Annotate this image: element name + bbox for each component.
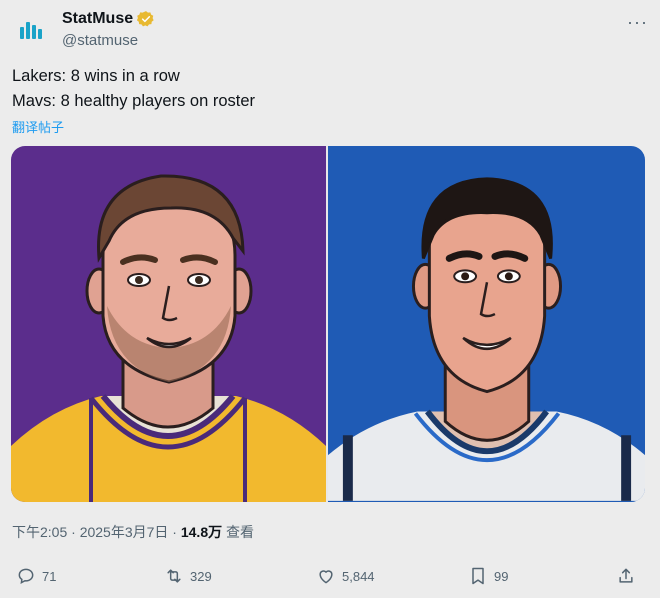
- action-bar: 71 329 5,844 99: [12, 566, 642, 590]
- tweet-meta: 下午2:05 · 2025年3月7日 · 14.8万 查看: [12, 522, 254, 542]
- views-label: 查看: [222, 524, 254, 540]
- verified-badge-icon: [137, 11, 154, 27]
- like-button[interactable]: 5,844: [316, 566, 375, 586]
- tweet-line-2: Mavs: 8 healthy players on roster: [12, 92, 256, 110]
- tweet-text: Lakers: 8 wins in a row Mavs: 8 healthy …: [12, 64, 255, 114]
- translate-post-link[interactable]: 翻译帖子: [12, 117, 64, 136]
- bookmark-count: 99: [494, 568, 509, 584]
- view-count: 14.8万: [180, 524, 223, 540]
- share-icon: [619, 568, 633, 583]
- share-button[interactable]: [616, 566, 636, 586]
- avatar[interactable]: [12, 12, 52, 52]
- name-row: StatMuse: [62, 10, 155, 28]
- retweet-count: 329: [190, 568, 212, 584]
- bookmark-icon: [472, 567, 484, 585]
- mavs-player-illustration[interactable]: [326, 146, 645, 502]
- reply-count: 71: [42, 568, 57, 584]
- like-icon: [319, 570, 333, 584]
- tweet-media[interactable]: [11, 146, 645, 502]
- player-cartoon-right: [328, 177, 645, 501]
- reply-button[interactable]: 71: [16, 566, 56, 586]
- more-icon[interactable]: ···: [627, 12, 648, 33]
- tweet-header: StatMuse @statmuse ···: [12, 8, 652, 52]
- timestamp[interactable]: 下午2:05 · 2025年3月7日 ·: [12, 524, 181, 540]
- display-name[interactable]: StatMuse: [62, 10, 133, 28]
- tweet-line-1: Lakers: 8 wins in a row: [12, 67, 180, 85]
- handle[interactable]: @statmuse: [62, 32, 138, 49]
- bookmark-button[interactable]: 99: [468, 566, 508, 586]
- lakers-player-illustration[interactable]: [11, 146, 326, 502]
- like-count: 5,844: [342, 568, 375, 584]
- retweet-icon: [167, 569, 181, 583]
- retweet-button[interactable]: 329: [164, 566, 212, 586]
- reply-icon: [18, 568, 34, 585]
- player-cartoon-left: [11, 174, 326, 502]
- statmuse-logo-icon: [20, 22, 42, 39]
